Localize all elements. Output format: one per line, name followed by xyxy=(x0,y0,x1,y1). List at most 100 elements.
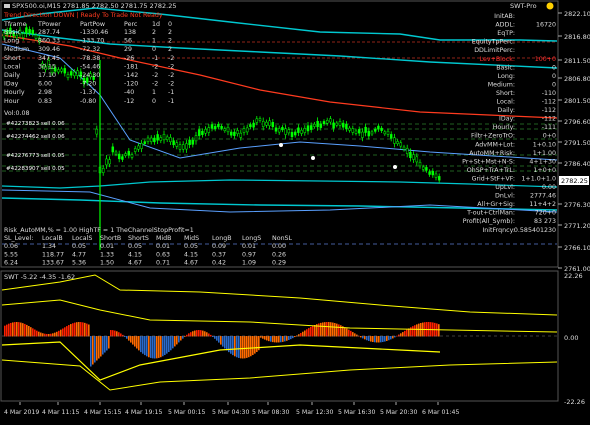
indicator-bar xyxy=(20,322,22,337)
candle-body xyxy=(95,128,99,135)
indicator-bar xyxy=(318,323,320,337)
indicator-bar xyxy=(142,336,144,354)
indicator-bar xyxy=(74,322,76,337)
order-label[interactable]: #42283907 sell 0.05 xyxy=(6,166,65,172)
indicator-bar xyxy=(324,322,326,337)
indicator-bar xyxy=(86,323,88,337)
indicator-bar xyxy=(70,324,72,337)
indicator-bar xyxy=(36,330,38,337)
price-tick-label: 2811.50 xyxy=(564,57,590,65)
candle-body xyxy=(405,148,409,154)
panel-label: DDLimitPerc: xyxy=(474,47,515,54)
candle-body xyxy=(121,156,124,160)
indicator-bar xyxy=(334,323,336,337)
risk-cell: 0.05 xyxy=(128,243,142,250)
indicator-bar xyxy=(154,336,156,359)
time-tick-label: 5 Mar 16:30 xyxy=(338,409,375,416)
tf-cell: -54.46 xyxy=(80,63,100,70)
indicator-bar xyxy=(306,329,308,337)
risk-cell: 0.01 xyxy=(100,243,114,250)
time-tick-label: 5 Mar 20:30 xyxy=(380,409,417,416)
candle-body xyxy=(34,34,38,39)
tf-cell: 2 xyxy=(168,29,172,36)
candle-body xyxy=(63,68,67,74)
indicator-bar xyxy=(368,336,370,341)
price-tick-label: 2796.60 xyxy=(564,118,590,126)
panel-label: Medium: xyxy=(488,81,515,88)
panel-label: OhSP+TrA+TrL: xyxy=(467,167,515,174)
panel-value: 1+0.10 xyxy=(533,141,556,148)
candle-body xyxy=(252,122,255,128)
candle-body xyxy=(383,131,387,135)
candle-body xyxy=(402,146,406,150)
panel-value: 1+1.0+1.0 xyxy=(521,175,556,182)
candle-body xyxy=(233,131,236,136)
panel-value: 83 273 xyxy=(534,218,556,225)
tf-header: Tframe xyxy=(3,21,27,28)
risk-header: LongS xyxy=(242,235,261,242)
candle-body xyxy=(332,122,335,129)
risk-header: NonSL xyxy=(272,235,293,242)
indicator-tick-label: 22.26 xyxy=(564,272,583,280)
smiley-icon[interactable] xyxy=(546,2,554,10)
indicator-bar xyxy=(156,336,158,359)
panel-value: 4+1+30 xyxy=(529,158,556,165)
tf-cell: -1 xyxy=(168,98,174,105)
chart-canvas[interactable]: 2822.10 2816.80 2811.50 2806.80 2801.50 2796.… xyxy=(0,0,590,421)
candle-body xyxy=(143,141,147,144)
candle-body xyxy=(412,154,415,160)
indicator-bar xyxy=(34,329,36,337)
tf-cell: -72.32 xyxy=(80,46,100,53)
tf-cell: -1 xyxy=(168,89,174,96)
symbol-dropdown-icon[interactable] xyxy=(4,4,10,8)
tf-cell: 1 xyxy=(152,38,156,45)
indicator-bar xyxy=(234,336,236,357)
indicator-bar xyxy=(110,330,112,337)
indicator-bar xyxy=(64,327,66,337)
tf-header: Perc xyxy=(124,21,138,28)
tf-cell: -2 xyxy=(152,63,158,70)
panel-label: InitFrqncy: xyxy=(482,227,515,234)
candle-body xyxy=(162,134,166,141)
candle-body xyxy=(287,129,291,134)
candle-body xyxy=(437,176,441,181)
indicator-bar xyxy=(350,330,352,337)
tf-cell: -181 xyxy=(124,63,138,70)
candle-body xyxy=(261,121,265,127)
tf-cell: 6.00 xyxy=(38,81,52,88)
order-label[interactable]: #42273823 sell 0.06 xyxy=(6,121,65,127)
indicator-bar xyxy=(374,336,376,343)
candle-body xyxy=(377,125,380,130)
risk-cell: 0.29 xyxy=(272,260,286,267)
indicator-bar xyxy=(406,329,408,337)
indicator-bar xyxy=(210,334,212,337)
panel-value: 1+1.00 xyxy=(533,150,556,157)
tf-cell: Short xyxy=(4,55,21,62)
signal-marker xyxy=(311,156,315,160)
tf-cell: -1330.46 xyxy=(80,29,108,36)
candle-body xyxy=(370,131,374,135)
candle-body xyxy=(220,126,223,129)
panel-value: 0.00 xyxy=(542,184,556,191)
panel-label: Lev+Block: xyxy=(480,56,515,63)
tf-cell: -26 xyxy=(124,55,134,62)
indicator-bar xyxy=(158,336,160,358)
tf-cell: 0 xyxy=(152,98,156,105)
candle-body xyxy=(357,129,361,134)
candle-body xyxy=(204,129,207,134)
tf-cell: 287.74 xyxy=(38,29,60,36)
indicator-bar xyxy=(218,336,220,343)
indicator-bar xyxy=(360,336,362,338)
indicator-bar xyxy=(204,331,206,337)
order-label[interactable]: #42274462 sell 0.06 xyxy=(6,134,65,140)
candle-body xyxy=(172,140,175,146)
candle-body xyxy=(165,136,169,140)
risk-cell: 1.09 xyxy=(242,260,256,267)
indicator-bar xyxy=(132,336,134,345)
indicator-bar xyxy=(22,323,24,337)
order-label[interactable]: #42276773 sell 0.05 xyxy=(6,153,65,159)
indicator-bar xyxy=(396,335,398,337)
tf-cell: 17.10 xyxy=(38,72,56,79)
candle-body xyxy=(197,129,201,136)
trend-direction-text: Trend Direction DOWN | Ready To Trade No… xyxy=(3,12,163,19)
